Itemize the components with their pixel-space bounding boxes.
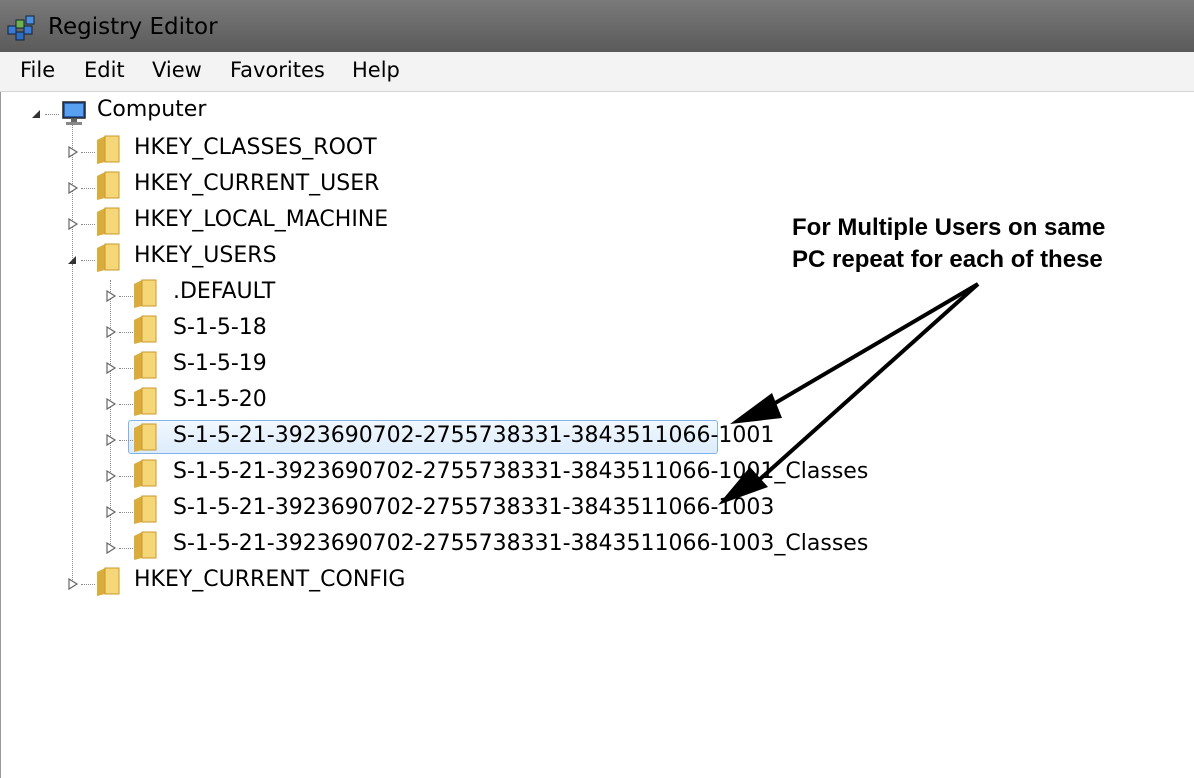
menu-view[interactable]: View xyxy=(152,58,202,82)
title-bar: Registry Editor xyxy=(0,0,1194,52)
collapsed-triangle-icon[interactable] xyxy=(104,361,118,375)
node-label: HKEY_CURRENT_USER xyxy=(134,171,380,196)
collapsed-triangle-icon[interactable] xyxy=(66,217,80,231)
folder-icon xyxy=(97,171,120,200)
computer-icon xyxy=(62,101,86,125)
folder-icon xyxy=(134,315,157,344)
tree-guide-line xyxy=(119,332,133,333)
node-label: .DEFAULT xyxy=(173,279,276,304)
folder-icon xyxy=(97,207,120,236)
collapsed-triangle-icon[interactable] xyxy=(104,397,118,411)
tree-guide-line xyxy=(81,260,95,261)
tree-guide-line xyxy=(119,512,133,513)
collapsed-triangle-icon[interactable] xyxy=(104,541,118,555)
tree-guide-line xyxy=(81,584,95,585)
tree-guide-line xyxy=(81,224,95,225)
tree-guide-line xyxy=(119,476,133,477)
expanded-triangle-icon[interactable] xyxy=(29,107,43,121)
tree-guide-line xyxy=(119,548,133,549)
collapsed-triangle-icon[interactable] xyxy=(104,469,118,483)
node-label: S-1-5-20 xyxy=(173,387,267,412)
node-label: HKEY_CURRENT_CONFIG xyxy=(134,567,406,592)
tree-guide-line xyxy=(81,188,95,189)
node-label: S-1-5-19 xyxy=(173,351,267,376)
menu-file[interactable]: File xyxy=(20,58,55,82)
folder-icon xyxy=(134,423,157,452)
tree-guide-line xyxy=(45,114,59,115)
collapsed-triangle-icon[interactable] xyxy=(66,577,80,591)
folder-icon xyxy=(97,243,120,272)
annotation-line-1: For Multiple Users on same xyxy=(792,214,1106,241)
menu-edit[interactable]: Edit xyxy=(84,58,125,82)
folder-icon xyxy=(134,351,157,380)
collapsed-triangle-icon[interactable] xyxy=(104,289,118,303)
expanded-triangle-icon[interactable] xyxy=(65,253,79,267)
tree-guide-line xyxy=(119,296,133,297)
menu-help[interactable]: Help xyxy=(352,58,400,82)
folder-icon xyxy=(134,495,157,524)
folder-icon xyxy=(134,387,157,416)
node-label: S-1-5-21-3923690702-2755738331-384351106… xyxy=(173,459,869,484)
node-label: S-1-5-21-3923690702-2755738331-384351106… xyxy=(173,531,869,556)
node-label: HKEY_LOCAL_MACHINE xyxy=(134,207,389,232)
registry-icon xyxy=(7,15,35,41)
tree-guide-line xyxy=(81,152,95,153)
folder-icon xyxy=(134,279,157,308)
node-label: S-1-5-18 xyxy=(173,315,267,340)
collapsed-triangle-icon[interactable] xyxy=(66,145,80,159)
collapsed-triangle-icon[interactable] xyxy=(104,505,118,519)
registry-tree[interactable]: Computer HKEY_CLASSES_ROOT HKEY_CURRENT_… xyxy=(0,92,1194,778)
collapsed-triangle-icon[interactable] xyxy=(66,181,80,195)
menu-favorites[interactable]: Favorites xyxy=(230,58,325,82)
tree-guide-line xyxy=(119,404,133,405)
window-title: Registry Editor xyxy=(48,14,218,40)
tree-guide-line xyxy=(119,368,133,369)
folder-icon xyxy=(134,531,157,560)
tree-guide-line xyxy=(119,440,133,441)
collapsed-triangle-icon[interactable] xyxy=(104,325,118,339)
menu-bar: File Edit View Favorites Help xyxy=(0,52,1194,92)
node-label: S-1-5-21-3923690702-2755738331-384351106… xyxy=(173,495,775,520)
annotation-line-2: PC repeat for each of these xyxy=(792,246,1103,273)
node-label: Computer xyxy=(97,97,207,122)
tree-guide-line xyxy=(72,264,73,582)
node-label: HKEY_CLASSES_ROOT xyxy=(134,135,377,160)
node-label: S-1-5-21-3923690702-2755738331-384351106… xyxy=(173,423,775,448)
folder-icon xyxy=(97,567,120,596)
node-label: HKEY_USERS xyxy=(134,243,277,268)
folder-icon xyxy=(134,459,157,488)
folder-icon xyxy=(97,135,120,164)
annotation-note: For Multiple Users on same PC repeat for… xyxy=(792,212,1105,276)
collapsed-triangle-icon[interactable] xyxy=(104,433,118,447)
